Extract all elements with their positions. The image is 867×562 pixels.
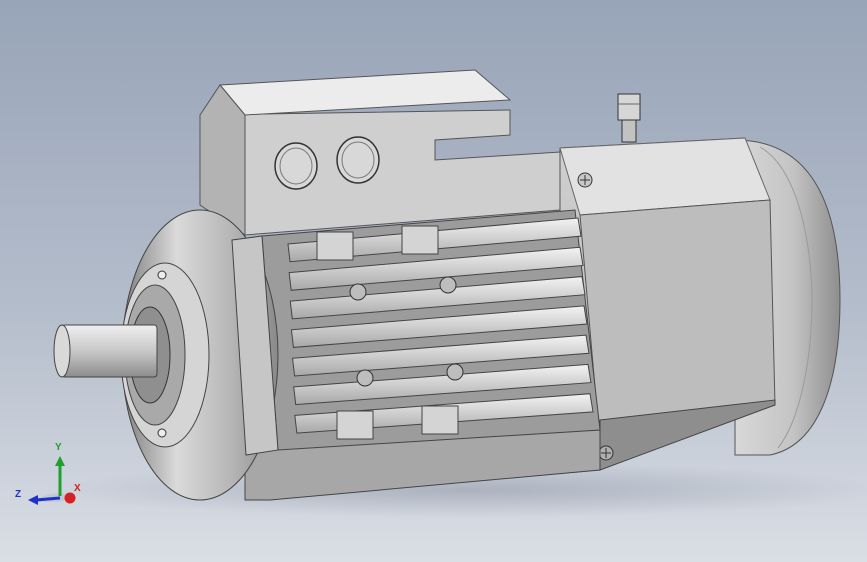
coordinate-triad[interactable]: Y Z X <box>14 440 84 510</box>
fin-rivet-icon <box>349 283 367 301</box>
flange-bolt-icon <box>157 270 167 280</box>
triad-axes <box>28 456 76 505</box>
z-axis-arrow <box>35 496 61 502</box>
cable-gland-icon <box>274 142 318 190</box>
cooling-fins[interactable] <box>261 209 601 451</box>
fin-mount-boss <box>401 225 439 255</box>
fin-rivet-icon <box>356 369 374 387</box>
output-shaft[interactable] <box>53 324 158 378</box>
x-axis-label: X <box>74 483 81 494</box>
y-axis-label: Y <box>55 442 62 453</box>
motor-3d-model[interactable] <box>0 0 867 562</box>
x-axis-origin-icon <box>64 492 76 504</box>
fin-mount-boss <box>421 405 459 435</box>
fin-mount-boss <box>336 410 374 440</box>
lifting-eye-bolt[interactable] <box>617 93 641 143</box>
cable-gland-icon <box>336 136 380 184</box>
flange-bolt-icon <box>157 428 167 438</box>
cad-viewport[interactable]: Y Z X <box>0 0 867 562</box>
fin-rivet-icon <box>439 276 457 294</box>
terminal-box[interactable] <box>199 69 561 236</box>
fin-mount-boss <box>316 231 354 261</box>
z-axis-label: Z <box>15 489 22 500</box>
fin-rivet-icon <box>446 363 464 381</box>
